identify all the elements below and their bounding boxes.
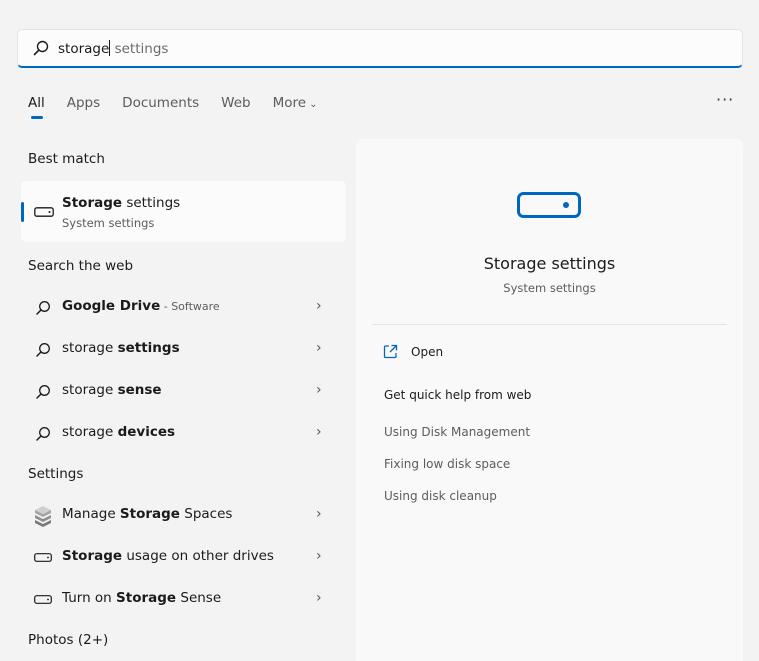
preview-subtitle: System settings — [503, 281, 596, 295]
open-label: Open — [411, 344, 444, 359]
result-label: storage devices — [62, 424, 176, 440]
tab-web[interactable]: Web — [221, 94, 250, 116]
result-label: storage settings — [62, 340, 180, 356]
storage-spaces-icon — [35, 506, 51, 527]
open-button[interactable]: Open — [383, 344, 443, 359]
setting-turn-on-storage-sense[interactable]: Turn on Storage Sense › — [21, 580, 346, 618]
filter-tabs: All Apps Documents Web More ⌄ — [28, 94, 339, 119]
chevron-right-icon[interactable]: › — [316, 506, 322, 522]
section-best-match: Best match — [28, 151, 105, 167]
tab-more-label: More — [272, 95, 307, 111]
search-icon — [36, 427, 50, 441]
more-options-icon[interactable]: ··· — [716, 90, 734, 109]
drive-icon — [34, 553, 52, 562]
search-icon — [33, 40, 49, 56]
search-icon — [36, 301, 50, 315]
web-result-storage-settings[interactable]: storage settings › — [21, 330, 346, 368]
section-settings: Settings — [28, 466, 84, 482]
help-link-low-disk-space[interactable]: Fixing low disk space — [384, 457, 510, 471]
chevron-right-icon[interactable]: › — [316, 382, 322, 398]
web-result-storage-sense[interactable]: storage sense › — [21, 372, 346, 410]
open-external-icon — [383, 344, 398, 359]
result-label: Manage Storage Spaces — [62, 506, 233, 522]
result-label: Storage usage on other drives — [62, 548, 274, 564]
chevron-right-icon[interactable]: › — [316, 424, 322, 440]
search-input[interactable]: storage settings — [17, 29, 743, 68]
selection-indicator — [21, 202, 24, 222]
chevron-down-icon: ⌄ — [309, 99, 318, 110]
tab-more[interactable]: More ⌄ — [273, 94, 318, 116]
chevron-right-icon[interactable]: › — [316, 590, 322, 606]
setting-manage-storage-spaces[interactable]: Manage Storage Spaces › — [21, 496, 346, 534]
divider — [372, 324, 727, 325]
section-photos: Photos (2+) — [28, 632, 109, 648]
result-label: storage sense — [62, 382, 162, 398]
help-link-disk-cleanup[interactable]: Using disk cleanup — [384, 489, 497, 503]
search-query: storage settings — [58, 39, 169, 57]
quick-help-heading: Get quick help from web — [384, 388, 532, 402]
chevron-right-icon[interactable]: › — [316, 298, 322, 314]
result-label: Turn on Storage Sense — [62, 590, 222, 606]
tab-apps[interactable]: Apps — [67, 94, 100, 116]
best-match-item[interactable]: Storage settings System settings — [21, 181, 346, 242]
search-suggestion: settings — [110, 40, 169, 57]
search-icon — [36, 385, 50, 399]
tab-documents[interactable]: Documents — [122, 94, 199, 116]
web-result-storage-devices[interactable]: storage devices › — [21, 414, 346, 452]
best-match-subtitle: System settings — [62, 216, 155, 230]
drive-icon — [34, 595, 52, 604]
chevron-right-icon[interactable]: › — [316, 548, 322, 564]
web-result-google-drive[interactable]: Google Drive - Software › — [21, 288, 346, 326]
preview-panel: Storage settings System settings Open Ge… — [356, 139, 743, 661]
setting-storage-usage-other-drives[interactable]: Storage usage on other drives › — [21, 538, 346, 576]
preview-title: Storage settings — [483, 254, 616, 273]
tab-all[interactable]: All — [28, 94, 45, 119]
chevron-right-icon[interactable]: › — [316, 340, 322, 356]
section-search-web: Search the web — [28, 258, 134, 274]
drive-icon — [517, 192, 581, 218]
best-match-title: Storage settings — [62, 195, 181, 211]
search-icon — [36, 343, 50, 357]
help-link-disk-management[interactable]: Using Disk Management — [384, 425, 530, 439]
result-label: Google Drive - Software — [62, 298, 220, 314]
drive-icon — [34, 207, 54, 217]
